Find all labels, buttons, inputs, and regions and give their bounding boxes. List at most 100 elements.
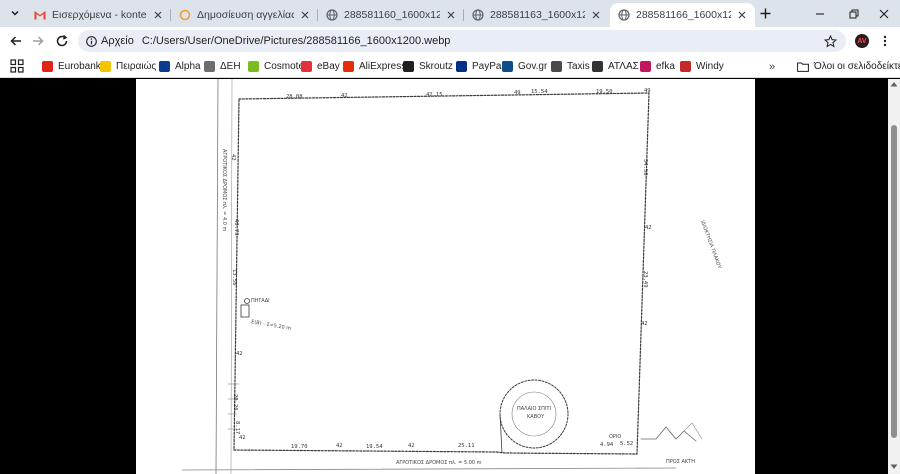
bookmark-ebay[interactable]: eBay: [301, 58, 340, 75]
site-info-chip[interactable]: Αρχείο: [86, 35, 134, 47]
top-dim-label: 42.15: [426, 92, 443, 98]
tab-image-163[interactable]: 288581163_1600x1200.webp: [464, 3, 609, 27]
scroll-up-icon[interactable]: [890, 81, 898, 87]
left-dim-label: 20.20: [232, 394, 238, 411]
tab-title: 288581160_1600x1200.webp: [344, 9, 440, 21]
reload-icon: [56, 34, 68, 47]
top-dim-label: 19.50: [596, 89, 613, 95]
bottom-dim-label: 25.11: [458, 443, 475, 449]
url-text[interactable]: C:/Users/User/OneDrive/Pictures/28858116…: [142, 35, 451, 47]
site-icon: [179, 9, 191, 21]
more-vertical-icon: [883, 35, 887, 47]
forward-button[interactable]: [28, 31, 48, 51]
tab-gmail[interactable]: Εισερχόμενα - konteas.chris: [26, 3, 171, 27]
more-bookmarks-button[interactable]: »: [765, 58, 779, 75]
tab-image-166-active[interactable]: 288581166_1600x1200.webp: [610, 3, 755, 27]
well-label: ΠΗΓΑΔΙ: [251, 298, 270, 304]
bookmark-paypal[interactable]: PayPal: [456, 58, 504, 75]
bookmark-windy[interactable]: Windy: [680, 58, 724, 75]
close-window-button[interactable]: [868, 0, 900, 27]
house-label: ΠΑΛΑΙΟ ΣΠΙΤΙ: [517, 406, 551, 412]
neighbor-owner-label: ΙΔΙΟΚΤΗΣΙΑ ΠΛΑΚΟΥ: [699, 220, 722, 271]
tab-search-button[interactable]: [5, 4, 25, 22]
bookmark-skroutz[interactable]: Skroutz: [403, 58, 453, 75]
tab-ad-posting[interactable]: Δημοσίευση αγγελίας ιδιώτη: [171, 3, 318, 27]
right-dim-label: 42: [645, 225, 652, 231]
bookmark-taxis[interactable]: Taxis: [551, 58, 590, 75]
profile-avatar[interactable]: AV: [855, 34, 869, 48]
close-icon[interactable]: [444, 8, 458, 22]
new-tab-button[interactable]: [756, 4, 774, 22]
bookmark-favicon-icon: [159, 61, 170, 72]
bookmark-favicon-icon: [301, 61, 312, 72]
right-dim-label: 42: [641, 321, 648, 327]
arrow-right-icon: [33, 36, 44, 46]
left-dim-label: 43.73: [233, 219, 239, 236]
bookmark-favicon-icon: [248, 61, 259, 72]
scrollbar-thumb[interactable]: [891, 125, 897, 438]
close-icon[interactable]: [151, 8, 165, 22]
minimize-button[interactable]: [804, 0, 836, 27]
back-button[interactable]: [6, 31, 26, 51]
vertical-scrollbar[interactable]: [888, 79, 900, 474]
left-dim-label: 42: [239, 435, 246, 441]
bookmark-label: Skroutz: [419, 61, 453, 72]
all-bookmarks-folder[interactable]: Όλοι οι σελιδοδείκτες: [797, 58, 900, 75]
chevron-down-icon: [11, 10, 19, 16]
minimize-icon: [816, 12, 824, 15]
top-dim-label: 15.54: [531, 89, 548, 95]
close-icon[interactable]: [735, 8, 749, 22]
bookmark-label: PayPal: [472, 61, 504, 72]
site-info-label: Αρχείο: [101, 35, 134, 47]
bookmark-efka[interactable]: efka: [640, 58, 675, 75]
left-dim-label: 8.17: [234, 421, 240, 434]
right-dim-label: 23.49: [642, 271, 648, 288]
bookmark-label: eBay: [317, 61, 340, 72]
left-dim-label: 42: [230, 154, 236, 161]
bookmark-eurobank[interactable]: Eurobank: [42, 58, 101, 75]
scroll-down-icon[interactable]: [890, 464, 898, 470]
bookmark-favicon-icon: [343, 61, 354, 72]
bookmark-alpha[interactable]: Alpha: [159, 58, 201, 75]
tab-image-160[interactable]: 288581160_1600x1200.webp: [318, 3, 464, 27]
bookmark-favicon-icon: [456, 61, 467, 72]
well-note-label: Ε(Β) - Σ=5.20 m: [251, 319, 292, 332]
apps-grid-icon[interactable]: [10, 59, 24, 73]
tab-strip: Εισερχόμενα - konteas.chris Δημοσίευση α…: [0, 0, 900, 27]
all-bookmarks-label: Όλοι οι σελιδοδείκτες: [814, 61, 900, 72]
bottom-right-label: ΠΡΟΣ ΑΚΤΗ: [666, 459, 695, 465]
bookmark-label: Cosmote: [264, 61, 305, 72]
bookmark-favicon-icon: [680, 61, 691, 72]
globe-icon: [472, 9, 484, 21]
bookmark-gov-gr[interactable]: Gov.gr: [502, 58, 547, 75]
bookmark-favicon-icon: [592, 61, 603, 72]
bookmark-ατλας[interactable]: ΑΤΛΑΣ: [592, 58, 639, 75]
house-label-2: ΚΑΒΟΥ: [527, 414, 545, 420]
bookmark-label: AliExpress: [359, 61, 407, 72]
bottom-dim-label: 42: [408, 443, 415, 449]
bookmark-δεη[interactable]: ΔΕΗ: [204, 58, 241, 75]
reload-button[interactable]: [52, 31, 72, 51]
menu-button[interactable]: [880, 33, 890, 49]
bookmark-star-button[interactable]: [822, 33, 838, 49]
bottom-road-label: ΑΓΡΟΤΙΚΟΣ ΔΡΟΜΟΣ πλ. = 5.00 m: [396, 460, 482, 466]
bookmark-aliexpress[interactable]: AliExpress: [343, 58, 406, 75]
top-dim-label: 28.08: [286, 94, 303, 100]
bookmark-πειραιώς[interactable]: Πειραιώς: [100, 58, 156, 75]
close-icon[interactable]: [589, 8, 603, 22]
bookmark-favicon-icon: [204, 61, 215, 72]
bookmark-cosmote[interactable]: Cosmote: [248, 58, 304, 75]
bookmark-favicon-icon: [42, 61, 53, 72]
restore-button[interactable]: [838, 0, 870, 27]
bookmark-favicon-icon: [551, 61, 562, 72]
bookmarks-bar: Eurobank Πειραιώς Alpha ΔΕΗ Cosmote eBay AliEx…: [0, 55, 900, 78]
restore-icon: [849, 9, 859, 18]
arrow-left-icon: [10, 36, 21, 46]
bookmark-label: Πειραιώς: [116, 61, 157, 72]
close-icon[interactable]: [298, 8, 312, 22]
gmail-icon: [34, 9, 46, 21]
bookmark-label: Gov.gr: [518, 61, 548, 72]
address-bar[interactable]: Αρχείο C:/Users/User/OneDrive/Pictures/2…: [78, 30, 846, 52]
tab-title: Εισερχόμενα - konteas.chris: [52, 9, 147, 21]
tab-title: 288581166_1600x1200.webp: [636, 9, 731, 21]
